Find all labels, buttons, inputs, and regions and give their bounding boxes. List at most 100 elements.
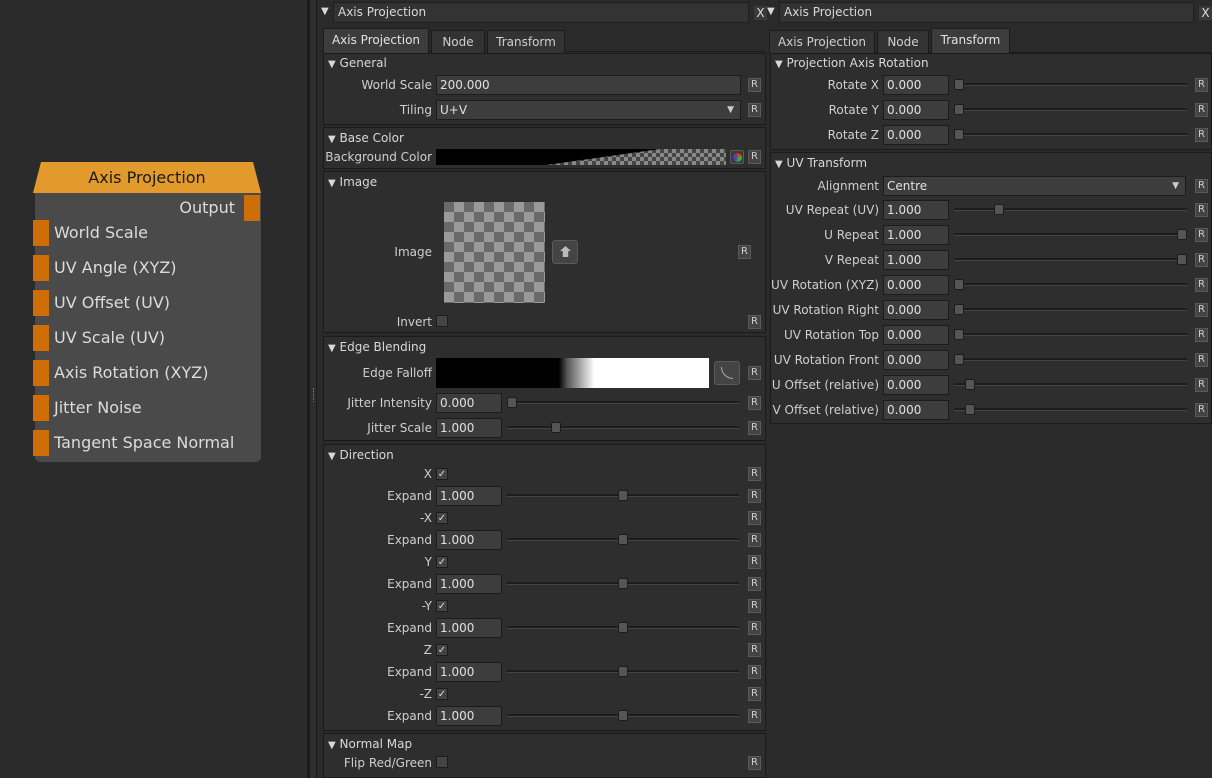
- node-title[interactable]: Axis Projection: [33, 162, 261, 193]
- reset-button[interactable]: R: [748, 78, 761, 92]
- reset-button[interactable]: R: [748, 533, 761, 547]
- axis-2-checkbox[interactable]: ✓: [436, 556, 448, 568]
- reset-button[interactable]: R: [748, 643, 761, 657]
- slider-handle[interactable]: [965, 379, 976, 390]
- tab-axis-projection[interactable]: Axis Projection: [323, 28, 429, 53]
- panel-title[interactable]: Axis Projection: [779, 2, 1194, 23]
- rotate-0-input[interactable]: 0.000: [883, 75, 949, 95]
- expand-input[interactable]: 1.000: [436, 530, 502, 550]
- uv-row-8-input[interactable]: 0.000: [883, 400, 949, 420]
- uv-row-5-slider[interactable]: [954, 333, 1187, 336]
- jitter-intensity-input[interactable]: 0.000: [436, 393, 502, 413]
- uv-row-2-input[interactable]: 1.000: [883, 250, 949, 270]
- group-image-header[interactable]: ▼ Image: [328, 174, 377, 192]
- group-normal-map-header[interactable]: ▼ Normal Map: [328, 736, 412, 754]
- slider-handle[interactable]: [618, 710, 628, 721]
- reset-button[interactable]: R: [748, 577, 761, 591]
- collapse-icon[interactable]: ▼: [321, 6, 329, 17]
- uv-row-3-input[interactable]: 0.000: [883, 275, 949, 295]
- group-base-color-header[interactable]: ▼ Base Color: [328, 130, 404, 148]
- uv-row-7-input[interactable]: 0.000: [883, 375, 949, 395]
- reset-button[interactable]: R: [748, 555, 761, 569]
- edge-falloff-curve[interactable]: [436, 358, 709, 388]
- invert-checkbox[interactable]: [436, 315, 448, 327]
- uv-row-5-input[interactable]: 0.000: [883, 325, 949, 345]
- reset-button[interactable]: R: [1195, 103, 1208, 117]
- group-direction-header[interactable]: ▼ Direction: [328, 447, 394, 465]
- reset-button[interactable]: R: [748, 687, 761, 701]
- slider-handle[interactable]: [954, 79, 964, 90]
- input-port[interactable]: [33, 430, 49, 456]
- slider-handle[interactable]: [954, 104, 964, 115]
- group-general-header[interactable]: ▼ General: [328, 55, 387, 73]
- close-icon[interactable]: X: [754, 6, 767, 20]
- reset-button[interactable]: R: [1195, 203, 1208, 217]
- output-port[interactable]: [244, 195, 260, 221]
- reset-button[interactable]: R: [1195, 228, 1208, 242]
- uv-row-0-slider[interactable]: [954, 208, 1187, 211]
- input-port[interactable]: [33, 290, 49, 316]
- uv-row-1-slider[interactable]: [954, 233, 1187, 236]
- slider-handle[interactable]: [618, 578, 628, 589]
- flip-red-green-checkbox[interactable]: [436, 756, 448, 768]
- tab-axis-projection[interactable]: Axis Projection: [769, 30, 875, 53]
- reset-button[interactable]: R: [748, 709, 761, 723]
- jitter-scale-slider[interactable]: [507, 426, 739, 429]
- rotate-2-input[interactable]: 0.000: [883, 125, 949, 145]
- tab-transform[interactable]: Transform: [931, 28, 1010, 53]
- slider-handle[interactable]: [954, 354, 964, 365]
- reset-button[interactable]: R: [748, 396, 761, 410]
- uv-row-7-slider[interactable]: [954, 383, 1187, 386]
- slider-handle[interactable]: [954, 329, 964, 340]
- reset-button[interactable]: R: [748, 421, 761, 435]
- tiling-dropdown[interactable]: U+V ▼: [436, 100, 741, 120]
- slider-handle[interactable]: [618, 622, 628, 633]
- group-uv-transform-header[interactable]: ▼ UV Transform: [775, 155, 867, 173]
- slider-handle[interactable]: [618, 490, 628, 501]
- slider-handle[interactable]: [965, 404, 976, 415]
- uv-row-3-slider[interactable]: [954, 283, 1187, 286]
- axis-projection-node[interactable]: Axis Projection Output World Scale UV Ang…: [33, 162, 261, 462]
- reset-button[interactable]: R: [1195, 328, 1208, 342]
- node-graph-canvas[interactable]: Axis Projection Output World Scale UV Ang…: [0, 0, 307, 778]
- expand-input[interactable]: 1.000: [436, 618, 502, 638]
- curve-editor-icon[interactable]: [714, 361, 740, 385]
- tab-node[interactable]: Node: [431, 30, 485, 53]
- reset-button[interactable]: R: [1195, 179, 1208, 193]
- reset-button[interactable]: R: [748, 150, 761, 164]
- collapse-icon[interactable]: ▼: [767, 6, 775, 17]
- input-port[interactable]: [33, 360, 49, 386]
- panel-splitter[interactable]: [309, 0, 317, 778]
- axis-0-checkbox[interactable]: ✓: [436, 468, 448, 480]
- group-rotation-header[interactable]: ▼ Projection Axis Rotation: [775, 55, 929, 73]
- reset-button[interactable]: R: [1195, 78, 1208, 92]
- reset-button[interactable]: R: [738, 245, 751, 259]
- uv-row-6-slider[interactable]: [954, 358, 1187, 361]
- uv-row-1-input[interactable]: 1.000: [883, 225, 949, 245]
- panel-title[interactable]: Axis Projection: [333, 2, 749, 23]
- reset-button[interactable]: R: [748, 599, 761, 613]
- tab-transform[interactable]: Transform: [487, 30, 565, 53]
- reset-button[interactable]: R: [748, 511, 761, 525]
- slider-handle[interactable]: [954, 304, 964, 315]
- reset-button[interactable]: R: [748, 756, 761, 770]
- jitter-scale-input[interactable]: 1.000: [436, 418, 502, 438]
- tab-node[interactable]: Node: [877, 30, 929, 53]
- slider-handle[interactable]: [507, 397, 517, 408]
- slider-handle[interactable]: [954, 279, 964, 290]
- expand-input[interactable]: 1.000: [436, 662, 502, 682]
- reset-button[interactable]: R: [748, 103, 761, 117]
- color-picker-icon[interactable]: [730, 150, 744, 164]
- slider-handle[interactable]: [618, 534, 628, 545]
- slider-handle[interactable]: [994, 204, 1005, 215]
- background-color-swatch[interactable]: [436, 149, 726, 165]
- rotate-1-slider[interactable]: [954, 108, 1187, 111]
- reset-button[interactable]: R: [1195, 378, 1208, 392]
- reset-button[interactable]: R: [1195, 253, 1208, 267]
- reset-button[interactable]: R: [748, 315, 761, 329]
- slider-handle[interactable]: [1177, 254, 1187, 265]
- expand-input[interactable]: 1.000: [436, 574, 502, 594]
- splitter-grip[interactable]: [313, 388, 315, 402]
- reset-button[interactable]: R: [1195, 278, 1208, 292]
- reset-button[interactable]: R: [1195, 353, 1208, 367]
